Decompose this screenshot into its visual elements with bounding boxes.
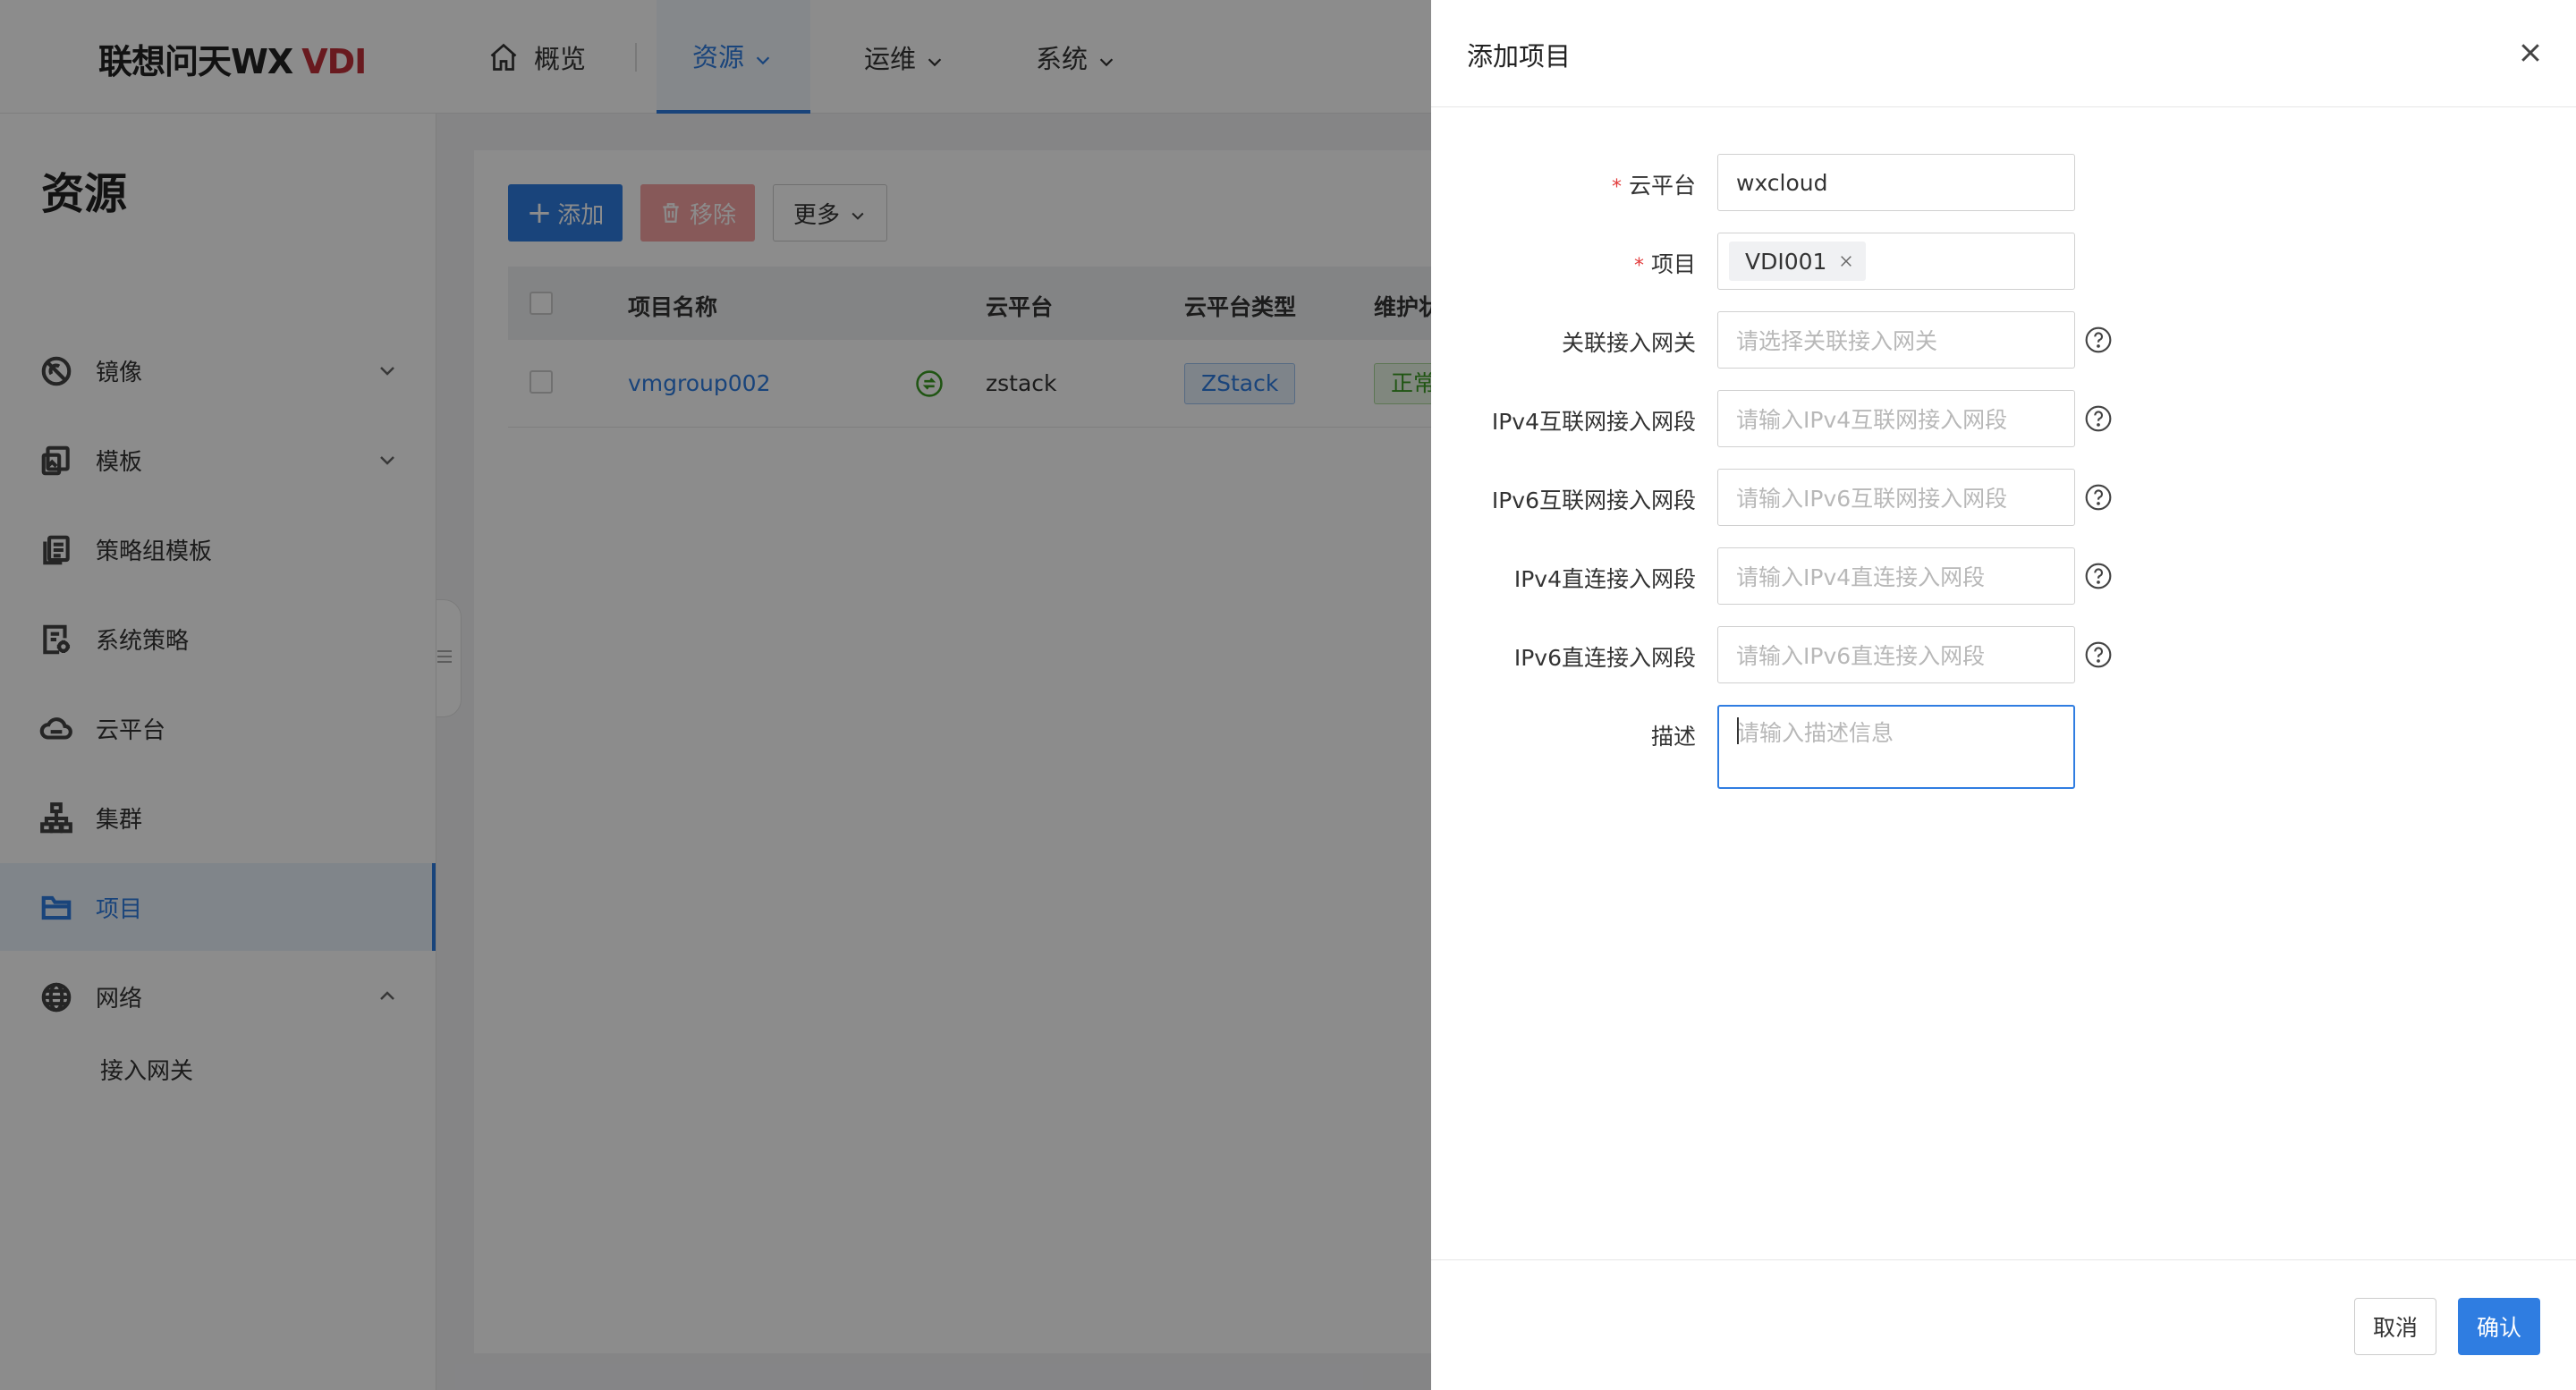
form-label-container: IPv4互联网接入网段 — [1431, 390, 1696, 447]
form-row-ipv4-internet: IPv4互联网接入网段 请输入IPv4互联网接入网段 — [1431, 390, 2576, 447]
chip-remove-icon[interactable] — [1839, 254, 1853, 268]
form-label-container: * 云平台 — [1431, 154, 1696, 211]
help-icon[interactable] — [2084, 562, 2113, 590]
form-row-description: 描述 请输入描述信息 — [1431, 705, 2576, 789]
ipv6-direct-label: IPv6直连接入网段 — [1513, 645, 1696, 671]
ipv6-direct-input[interactable]: 请输入IPv6直连接入网段 — [1717, 626, 2075, 683]
form-row-ipv6-direct: IPv6直连接入网段 请输入IPv6直连接入网段 — [1431, 626, 2576, 683]
form-label-container: IPv6直连接入网段 — [1431, 626, 1696, 683]
description-label: 描述 — [1650, 724, 1696, 750]
project-chip: VDI001 — [1729, 242, 1867, 281]
confirm-button[interactable]: 确认 — [2458, 1298, 2540, 1355]
modal-overlay[interactable] — [0, 0, 1431, 1390]
gateway-label: 关联接入网关 — [1561, 330, 1696, 356]
drawer-footer: 取消 确认 — [1431, 1259, 2576, 1390]
form-label-container: * 项目 — [1431, 233, 1696, 290]
form-label-container: 关联接入网关 — [1431, 311, 1696, 369]
cloud-platform-label: * 云平台 — [1611, 173, 1696, 199]
cloud-platform-select[interactable]: wxcloud — [1717, 154, 2075, 211]
description-textarea[interactable]: 请输入描述信息 — [1717, 705, 2075, 789]
description-placeholder: 请输入描述信息 — [1737, 720, 1894, 746]
ipv4-internet-input[interactable]: 请输入IPv4互联网接入网段 — [1717, 390, 2075, 447]
form-row-ipv4-direct: IPv4直连接入网段 请输入IPv4直连接入网段 — [1431, 547, 2576, 605]
help-icon[interactable] — [2084, 326, 2113, 354]
form-row-project: * 项目 VDI001 — [1431, 233, 2576, 290]
form-label-container: IPv4直连接入网段 — [1431, 547, 1696, 605]
ipv6-internet-label: IPv6互联网接入网段 — [1491, 487, 1696, 513]
help-icon[interactable] — [2084, 483, 2113, 512]
cancel-button[interactable]: 取消 — [2354, 1298, 2436, 1355]
required-marker: * — [1633, 255, 1644, 277]
ipv4-direct-input[interactable]: 请输入IPv4直连接入网段 — [1717, 547, 2075, 605]
project-label: * 项目 — [1633, 251, 1696, 277]
help-icon[interactable] — [2084, 404, 2113, 433]
form-row-gateway: 关联接入网关 请选择关联接入网关 — [1431, 311, 2576, 369]
text-caret — [1737, 717, 1739, 744]
form-label-container: IPv6互联网接入网段 — [1431, 469, 1696, 526]
form-row-ipv6-internet: IPv6互联网接入网段 请输入IPv6互联网接入网段 — [1431, 469, 2576, 526]
project-select[interactable]: VDI001 — [1717, 233, 2075, 290]
drawer-header: 添加项目 — [1431, 0, 2576, 107]
project-chip-label: VDI001 — [1745, 248, 1827, 275]
form-label-container: 描述 — [1431, 705, 1696, 762]
add-project-drawer: 添加项目 * 云平台 wxcloud * 项目 VDI001 关联接入网关 请选择关… — [1431, 0, 2576, 1390]
ipv4-direct-label: IPv4直连接入网段 — [1513, 566, 1696, 592]
gateway-select[interactable]: 请选择关联接入网关 — [1717, 311, 2075, 369]
drawer-title: 添加项目 — [1467, 41, 1572, 72]
form-row-cloud-platform: * 云平台 wxcloud — [1431, 154, 2576, 211]
ipv6-internet-input[interactable]: 请输入IPv6互联网接入网段 — [1717, 469, 2075, 526]
help-icon[interactable] — [2084, 640, 2113, 669]
required-marker: * — [1611, 176, 1622, 199]
close-icon[interactable] — [2517, 39, 2544, 66]
ipv4-internet-label: IPv4互联网接入网段 — [1491, 409, 1696, 435]
